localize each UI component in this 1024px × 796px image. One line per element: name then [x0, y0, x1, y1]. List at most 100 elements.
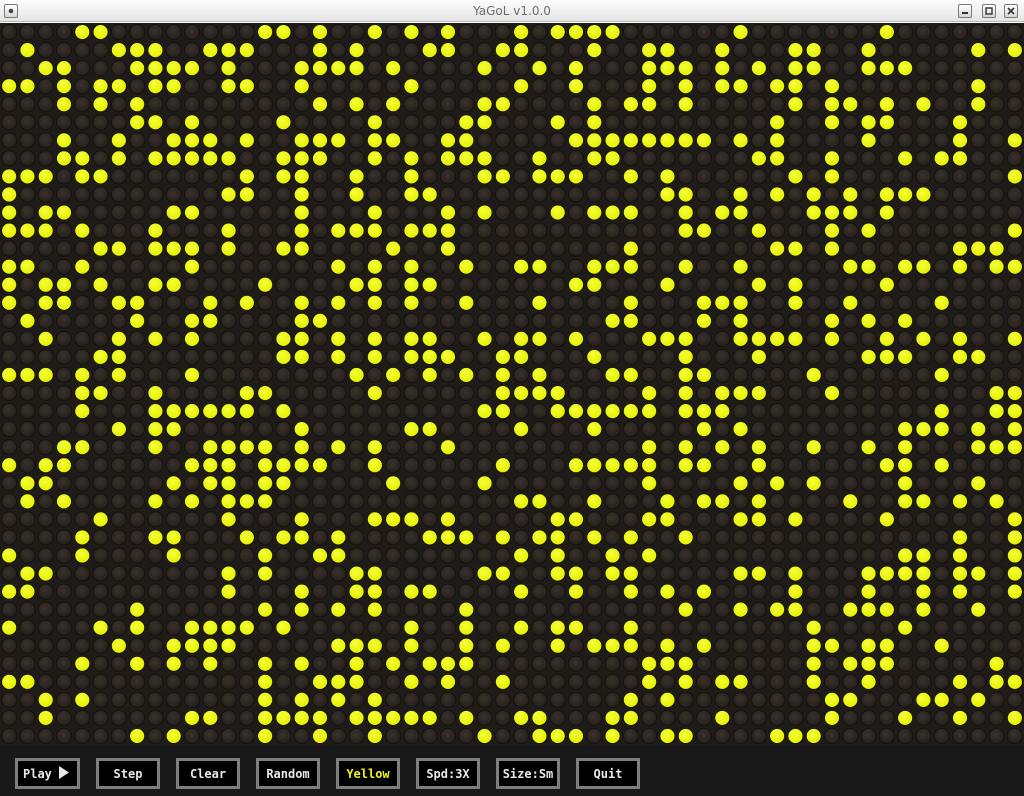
dead-cell[interactable] — [842, 637, 859, 654]
live-cell[interactable] — [238, 132, 255, 149]
dead-cell[interactable] — [988, 276, 1005, 293]
live-cell[interactable] — [897, 565, 914, 582]
dead-cell[interactable] — [238, 348, 255, 366]
dead-cell[interactable] — [439, 114, 457, 131]
live-cell[interactable] — [1006, 132, 1023, 149]
live-cell[interactable] — [330, 637, 347, 654]
dead-cell[interactable] — [787, 691, 804, 708]
dead-cell[interactable] — [311, 366, 329, 384]
dead-cell[interactable] — [513, 150, 530, 167]
dead-cell[interactable] — [622, 186, 639, 203]
dead-cell[interactable] — [110, 384, 127, 402]
live-cell[interactable] — [714, 709, 731, 726]
dead-cell[interactable] — [458, 583, 475, 600]
live-cell[interactable] — [129, 96, 146, 113]
dead-cell[interactable] — [622, 601, 639, 618]
live-cell[interactable] — [147, 493, 164, 510]
dead-cell[interactable] — [366, 655, 383, 672]
live-cell[interactable] — [860, 42, 877, 59]
dead-cell[interactable] — [183, 222, 201, 239]
live-cell[interactable] — [769, 114, 786, 131]
dead-cell[interactable] — [129, 673, 146, 690]
live-cell[interactable] — [641, 78, 658, 95]
dead-cell[interactable] — [732, 493, 749, 510]
live-cell[interactable] — [293, 60, 310, 77]
dead-cell[interactable] — [897, 691, 914, 708]
dead-cell[interactable] — [695, 258, 713, 275]
dead-cell[interactable] — [659, 96, 676, 113]
dead-cell[interactable] — [55, 186, 73, 203]
dead-cell[interactable] — [147, 601, 164, 618]
live-cell[interactable] — [988, 258, 1005, 275]
live-cell[interactable] — [330, 691, 347, 708]
dead-cell[interactable] — [37, 186, 54, 203]
dead-cell[interactable] — [549, 330, 566, 347]
live-cell[interactable] — [403, 511, 420, 528]
dead-cell[interactable] — [897, 402, 914, 420]
dead-cell[interactable] — [860, 421, 877, 438]
live-cell[interactable] — [951, 709, 969, 726]
dead-cell[interactable] — [842, 114, 859, 131]
dead-cell[interactable] — [714, 727, 731, 745]
live-cell[interactable] — [897, 547, 914, 564]
dead-cell[interactable] — [970, 150, 987, 167]
live-cell[interactable] — [860, 312, 877, 329]
live-cell[interactable] — [439, 222, 457, 239]
dead-cell[interactable] — [860, 619, 877, 636]
dead-cell[interactable] — [714, 168, 731, 185]
dead-cell[interactable] — [494, 691, 511, 708]
live-cell[interactable] — [750, 60, 767, 77]
dead-cell[interactable] — [988, 565, 1005, 582]
dead-cell[interactable] — [805, 348, 822, 366]
dead-cell[interactable] — [129, 583, 146, 600]
live-cell[interactable] — [805, 727, 822, 745]
dead-cell[interactable] — [769, 23, 786, 41]
live-cell[interactable] — [805, 637, 822, 654]
dead-cell[interactable] — [805, 457, 822, 474]
live-cell[interactable] — [641, 384, 658, 402]
live-cell[interactable] — [1006, 511, 1023, 528]
live-cell[interactable] — [695, 294, 713, 311]
dead-cell[interactable] — [385, 23, 402, 41]
dead-cell[interactable] — [366, 673, 383, 690]
dead-cell[interactable] — [55, 547, 73, 564]
dead-cell[interactable] — [257, 240, 274, 257]
live-cell[interactable] — [330, 60, 347, 77]
dead-cell[interactable] — [92, 475, 109, 492]
dead-cell[interactable] — [110, 23, 127, 41]
live-cell[interactable] — [659, 727, 676, 745]
dead-cell[interactable] — [348, 114, 365, 131]
dead-cell[interactable] — [823, 23, 841, 41]
dead-cell[interactable] — [604, 114, 621, 131]
live-cell[interactable] — [19, 673, 36, 690]
live-cell[interactable] — [769, 132, 786, 149]
dead-cell[interactable] — [695, 565, 713, 582]
live-cell[interactable] — [677, 204, 694, 221]
dead-cell[interactable] — [55, 348, 73, 366]
live-cell[interactable] — [74, 258, 91, 275]
live-cell[interactable] — [74, 384, 91, 402]
live-cell[interactable] — [74, 150, 91, 167]
live-cell[interactable] — [19, 168, 36, 185]
dead-cell[interactable] — [933, 96, 950, 113]
dead-cell[interactable] — [1, 565, 18, 582]
live-cell[interactable] — [220, 150, 237, 167]
live-cell[interactable] — [951, 348, 969, 366]
live-cell[interactable] — [659, 691, 676, 708]
dead-cell[interactable] — [403, 132, 420, 149]
dead-cell[interactable] — [494, 132, 511, 149]
dead-cell[interactable] — [476, 240, 493, 257]
live-cell[interactable] — [220, 186, 237, 203]
dead-cell[interactable] — [951, 222, 969, 239]
dead-cell[interactable] — [147, 583, 164, 600]
dead-cell[interactable] — [641, 493, 658, 510]
live-cell[interactable] — [92, 619, 109, 636]
dead-cell[interactable] — [202, 691, 219, 708]
dead-cell[interactable] — [769, 168, 786, 185]
dead-cell[interactable] — [183, 96, 201, 113]
live-cell[interactable] — [348, 673, 365, 690]
live-cell[interactable] — [403, 258, 420, 275]
dead-cell[interactable] — [951, 655, 969, 672]
dead-cell[interactable] — [110, 276, 127, 293]
dead-cell[interactable] — [37, 150, 54, 167]
